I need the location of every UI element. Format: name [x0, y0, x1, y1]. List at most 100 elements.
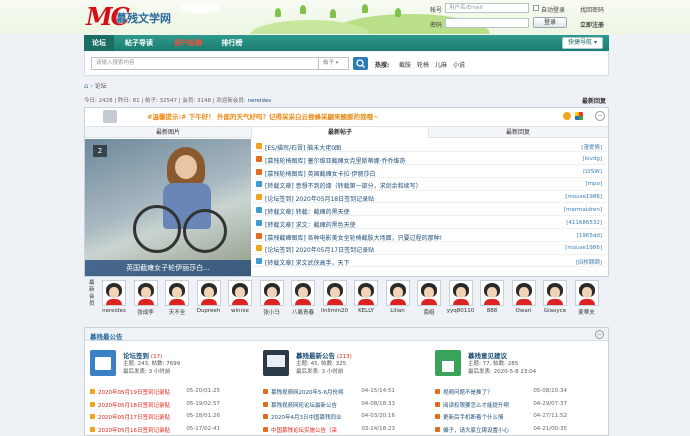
- post-author[interactable]: [1965dd]: [577, 233, 602, 239]
- nav-forum[interactable]: 论坛: [84, 35, 114, 51]
- post-title[interactable]: [转载文章] 转载：截瘫的黑天使: [265, 207, 350, 216]
- post-row[interactable]: [慕残轮椅图库] 塞尔维亚截瘫女克里斯蒂娜·乔乔维奇 [Iovdg]: [252, 153, 606, 165]
- member-name[interactable]: winnie: [225, 308, 255, 314]
- avatar[interactable]: [291, 280, 315, 306]
- member-item[interactable]: yyq80110: [446, 280, 476, 314]
- announcement-row[interactable]: 中国慕残论坛实施公告（采 03-24/18:23: [263, 424, 395, 436]
- post-title[interactable]: [转载文章] 求文：截瘫的黑色天使: [265, 220, 356, 229]
- avatar[interactable]: [259, 280, 284, 306]
- autologin-checkbox[interactable]: [533, 5, 539, 11]
- hot-term[interactable]: 儿麻: [435, 60, 447, 69]
- member-name[interactable]: 麦蒂夫: [572, 308, 602, 316]
- post-row[interactable]: [论坛签到] 2020年05月18日签到记录贴 [mouse1986]: [252, 191, 606, 204]
- post-author[interactable]: [旧桥颐颐]: [576, 258, 602, 266]
- member-name[interactable]: linlimin20: [320, 308, 350, 314]
- announcement-row[interactable]: 2020年4月3日中国慕残同业 04-03/20:16: [263, 411, 395, 423]
- announcement-row[interactable]: 慕残视频网2020年5-6月份将 04-15/14:51: [263, 386, 395, 398]
- avatar[interactable]: [196, 280, 221, 306]
- member-item[interactable]: linlimin20: [320, 280, 350, 314]
- member-name[interactable]: Giaoyce: [540, 308, 570, 314]
- member-item[interactable]: Dupreeh: [194, 280, 224, 314]
- collapse-icon[interactable]: −: [595, 330, 604, 339]
- password-input[interactable]: [445, 18, 529, 28]
- avatar[interactable]: [322, 280, 347, 306]
- post-row[interactable]: [论坛签到] 2020年05月17日签到记录贴 [mouse1986]: [252, 242, 606, 255]
- home-icon[interactable]: ⌂: [84, 82, 88, 90]
- quick-nav-button[interactable]: 快捷导航 ▾: [562, 37, 603, 49]
- member-item[interactable]: 天不全: [162, 280, 192, 316]
- post-author[interactable]: [411686532]: [566, 220, 602, 226]
- member-name[interactable]: 八离青春: [288, 308, 318, 316]
- post-author[interactable]: [Iovdg]: [582, 156, 602, 162]
- image-caption[interactable]: 英国截瘫女子轮伊丽莎白...: [85, 260, 251, 276]
- post-title[interactable]: [论坛签到] 2020年05月18日签到记录贴: [265, 194, 374, 203]
- post-author[interactable]: [mouse1986]: [565, 245, 602, 251]
- avatar[interactable]: [165, 280, 189, 306]
- member-item[interactable]: Giaoyce: [540, 280, 570, 314]
- announcement-row[interactable]: 2020年05月19日签到记录贴 05-20/01:25: [90, 386, 220, 398]
- member-item[interactable]: 888: [477, 280, 507, 314]
- member-item[interactable]: 南组: [414, 280, 444, 316]
- avatar[interactable]: [417, 280, 441, 306]
- thread-title[interactable]: 更新后手机断着个什么情: [443, 413, 504, 421]
- member-item[interactable]: 张成李: [131, 280, 161, 316]
- post-row[interactable]: [慕残轮椅图库] 英国截瘫女卡拉·伊丽莎白 [LYSW]: [252, 166, 606, 178]
- thread-title[interactable]: 2020年05月17日签到记录贴: [98, 413, 170, 421]
- member-name[interactable]: nereides: [99, 308, 129, 314]
- hot-term[interactable]: 小说: [453, 60, 465, 69]
- breadcrumb-current[interactable]: 论坛: [95, 83, 107, 90]
- forum-name[interactable]: 慕残意见建议: [468, 352, 507, 360]
- nav-submit[interactable]: 用户投稿: [166, 35, 210, 51]
- announcement-row[interactable]: 儡子，请大家立铸设置小心 04-21/00:35: [435, 424, 567, 436]
- post-title[interactable]: [转载文章] 求文武侠高手，天下: [265, 258, 350, 267]
- announcement-row[interactable]: 阅读权限要怎么才能提升啊 04-29/07:37: [435, 399, 567, 411]
- member-item[interactable]: Lilian: [383, 280, 413, 314]
- thread-title[interactable]: 视频问题不是推了？: [443, 388, 493, 396]
- member-name[interactable]: 天不全: [162, 308, 192, 316]
- thread-title[interactable]: 2020年05月19日签到记录贴: [98, 388, 170, 396]
- post-title[interactable]: [慕残轮椅图库] 塞尔维亚截瘫女克里斯蒂娜·乔乔维奇: [265, 156, 406, 165]
- house-icon[interactable]: [435, 350, 461, 376]
- member-item[interactable]: 八离青春: [288, 280, 318, 316]
- thread-title[interactable]: 阅读权限要怎么才能提升啊: [443, 401, 509, 409]
- member-item[interactable]: nereides: [99, 280, 129, 314]
- avatar[interactable]: [228, 280, 252, 306]
- announcement-row[interactable]: 2020年05月17日签到记录贴 05-18/01:26: [90, 411, 220, 423]
- avatar[interactable]: [385, 280, 410, 306]
- tab-latest-images[interactable]: 最新图片: [85, 127, 251, 138]
- thread-title[interactable]: 中国慕残论坛实施公告（采: [271, 426, 337, 434]
- announcement-title[interactable]: 慕残最公告: [90, 331, 123, 341]
- member-name[interactable]: Lilian: [383, 308, 413, 314]
- post-row[interactable]: [转载文章] 求文武侠高手，天下 [旧桥颐颐]: [252, 255, 606, 268]
- avatar[interactable]: [511, 280, 536, 306]
- thread-title[interactable]: 儡子，请大家立铸设置小心: [443, 426, 509, 434]
- thread-title[interactable]: 慕残视频网2020年5-6月份将: [271, 388, 343, 396]
- post-title[interactable]: [慕残轮椅图库] 英国截瘫女卡拉·伊丽莎白: [265, 169, 376, 178]
- avatar[interactable]: [448, 280, 473, 306]
- monitor-icon[interactable]: [263, 350, 289, 376]
- member-item[interactable]: Owari: [509, 280, 539, 314]
- member-name[interactable]: KELLY: [351, 308, 381, 314]
- account-input[interactable]: 用户名/Email: [445, 3, 529, 13]
- hot-term[interactable]: 轮椅: [417, 60, 429, 69]
- collapse-icon[interactable]: −: [595, 111, 605, 121]
- announcement-row[interactable]: 更新后手机断着个什么情 04-27/11:52: [435, 411, 567, 423]
- member-name[interactable]: 南组: [414, 308, 444, 316]
- avatar[interactable]: [543, 280, 567, 306]
- last-post-time[interactable]: 2020-5-8 23:04: [494, 369, 537, 375]
- post-title[interactable]: [论坛签到] 2020年05月17日签到记录贴: [265, 245, 374, 254]
- featured-image[interactable]: 2 英国截瘫女子轮伊丽莎白...: [85, 139, 251, 276]
- member-name[interactable]: 张成李: [131, 308, 161, 316]
- post-row[interactable]: [转载文章] 求文：截瘫的黑色天使 [411686532]: [252, 217, 606, 229]
- announcement-row[interactable]: 2020年05月18日签到记录贴 05-19/02:57: [90, 399, 220, 411]
- member-item[interactable]: 麦蒂夫: [572, 280, 602, 316]
- register-link[interactable]: 立即注册: [580, 20, 604, 29]
- hot-term[interactable]: 截肢: [399, 60, 411, 69]
- find-password-link[interactable]: 找回密码: [580, 5, 604, 14]
- post-author[interactable]: [mermaidren]: [564, 207, 602, 213]
- member-name[interactable]: Owari: [509, 308, 539, 314]
- search-type-select[interactable]: 帖子 ▾: [319, 57, 349, 70]
- search-input[interactable]: 请输入搜索内容: [91, 57, 319, 70]
- thread-title[interactable]: 慕残视频网轮论坛最新公告: [271, 401, 337, 409]
- announcement-row[interactable]: 视频问题不是推了？ 05-08/20:34: [435, 386, 567, 398]
